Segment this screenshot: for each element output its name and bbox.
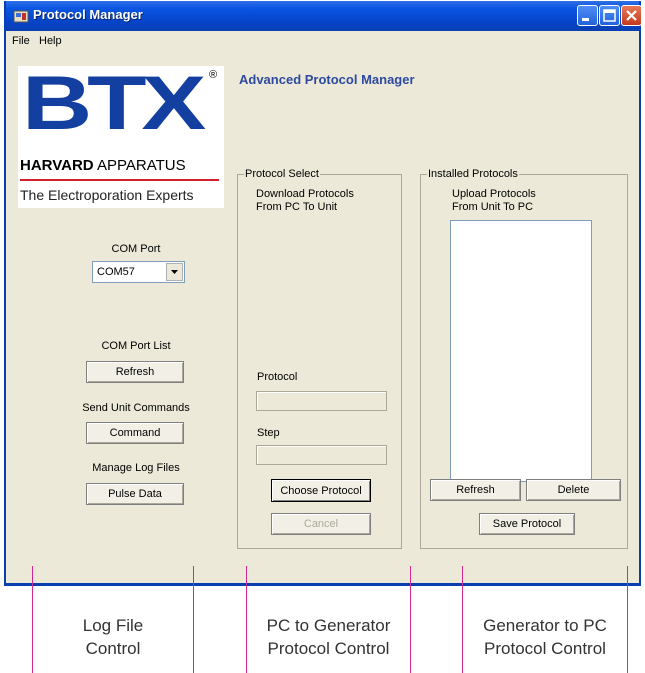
delete-button[interactable]: Delete <box>526 479 621 501</box>
caption-line: Generator to PC <box>483 616 607 635</box>
logo-brand: BTX <box>22 61 206 146</box>
page-title: Advanced Protocol Manager <box>239 72 415 87</box>
logo-divider <box>20 179 219 181</box>
caption-line: PC to Generator <box>266 616 391 635</box>
download-protocols-line2: From PC To Unit <box>256 201 338 213</box>
annotation-line <box>193 566 194 673</box>
dropdown-button[interactable] <box>166 263 183 281</box>
close-button[interactable] <box>621 5 642 26</box>
protocol-select-title: Protocol Select <box>244 168 320 180</box>
logo-tagline: The Electroporation Experts <box>20 187 194 203</box>
send-unit-commands-label: Send Unit Commands <box>82 402 190 414</box>
refresh-com-ports-button[interactable]: Refresh <box>86 361 184 383</box>
step-field <box>256 445 387 465</box>
window-title: Protocol Manager <box>33 7 143 22</box>
chevron-down-icon <box>171 270 178 274</box>
com-port-label: COM Port <box>111 243 161 255</box>
manage-log-files-label: Manage Log Files <box>92 462 180 474</box>
logo-harvard-rest: APPARATUS <box>93 157 186 174</box>
minimize-button[interactable] <box>577 5 598 26</box>
com-port-select[interactable]: COM57 <box>92 261 185 283</box>
caption-line: Log File <box>82 616 144 635</box>
menu-file[interactable]: File <box>12 35 30 47</box>
installed-protocols-title: Installed Protocols <box>427 168 519 180</box>
step-label: Step <box>257 427 280 439</box>
annotation-line <box>627 566 628 673</box>
caption-line: Protocol Control <box>484 639 606 658</box>
logo-harvard: HARVARD APPARATUS <box>20 157 186 174</box>
upload-protocols-line2: From Unit To PC <box>452 201 534 213</box>
btx-logo: BTX ® HARVARD APPARATUS The Electroporat… <box>18 66 224 208</box>
com-port-value: COM57 <box>97 266 135 278</box>
caption-line: Protocol Control <box>267 639 390 658</box>
logo-harvard-bold: HARVARD <box>20 157 94 174</box>
com-port-list-label: COM Port List <box>101 340 171 352</box>
menu-bar: File Help <box>6 31 639 51</box>
cancel-button[interactable]: Cancel <box>271 513 371 535</box>
close-icon <box>626 10 637 21</box>
maximize-button[interactable] <box>599 5 620 26</box>
app-icon <box>13 10 29 23</box>
protocol-label: Protocol <box>257 371 298 383</box>
pc-to-generator-caption: PC to Generator Protocol Control <box>247 614 410 660</box>
logo-registered: ® <box>209 69 218 81</box>
save-protocol-button[interactable]: Save Protocol <box>479 513 575 535</box>
app-window: Protocol Manager File Help BTX ® HARVARD… <box>4 1 642 586</box>
upload-protocols-line1: Upload Protocols <box>452 188 536 200</box>
pulse-data-button[interactable]: Pulse Data <box>86 483 184 505</box>
maximize-icon <box>603 9 616 22</box>
generator-to-pc-caption: Generator to PC Protocol Control <box>463 614 627 660</box>
installed-protocols-list[interactable] <box>450 220 592 482</box>
minimize-icon <box>582 18 589 21</box>
annotation-line <box>410 566 411 673</box>
refresh-installed-button[interactable]: Refresh <box>430 479 521 501</box>
menu-help[interactable]: Help <box>39 35 62 47</box>
command-button[interactable]: Command <box>86 422 184 444</box>
caption-line: Control <box>85 639 141 658</box>
choose-protocol-button[interactable]: Choose Protocol <box>271 479 371 502</box>
title-bar[interactable]: Protocol Manager <box>6 1 642 31</box>
download-protocols-line1: Download Protocols <box>256 188 354 200</box>
protocol-field <box>256 391 387 411</box>
log-file-control-caption: Log File Control <box>33 614 193 660</box>
